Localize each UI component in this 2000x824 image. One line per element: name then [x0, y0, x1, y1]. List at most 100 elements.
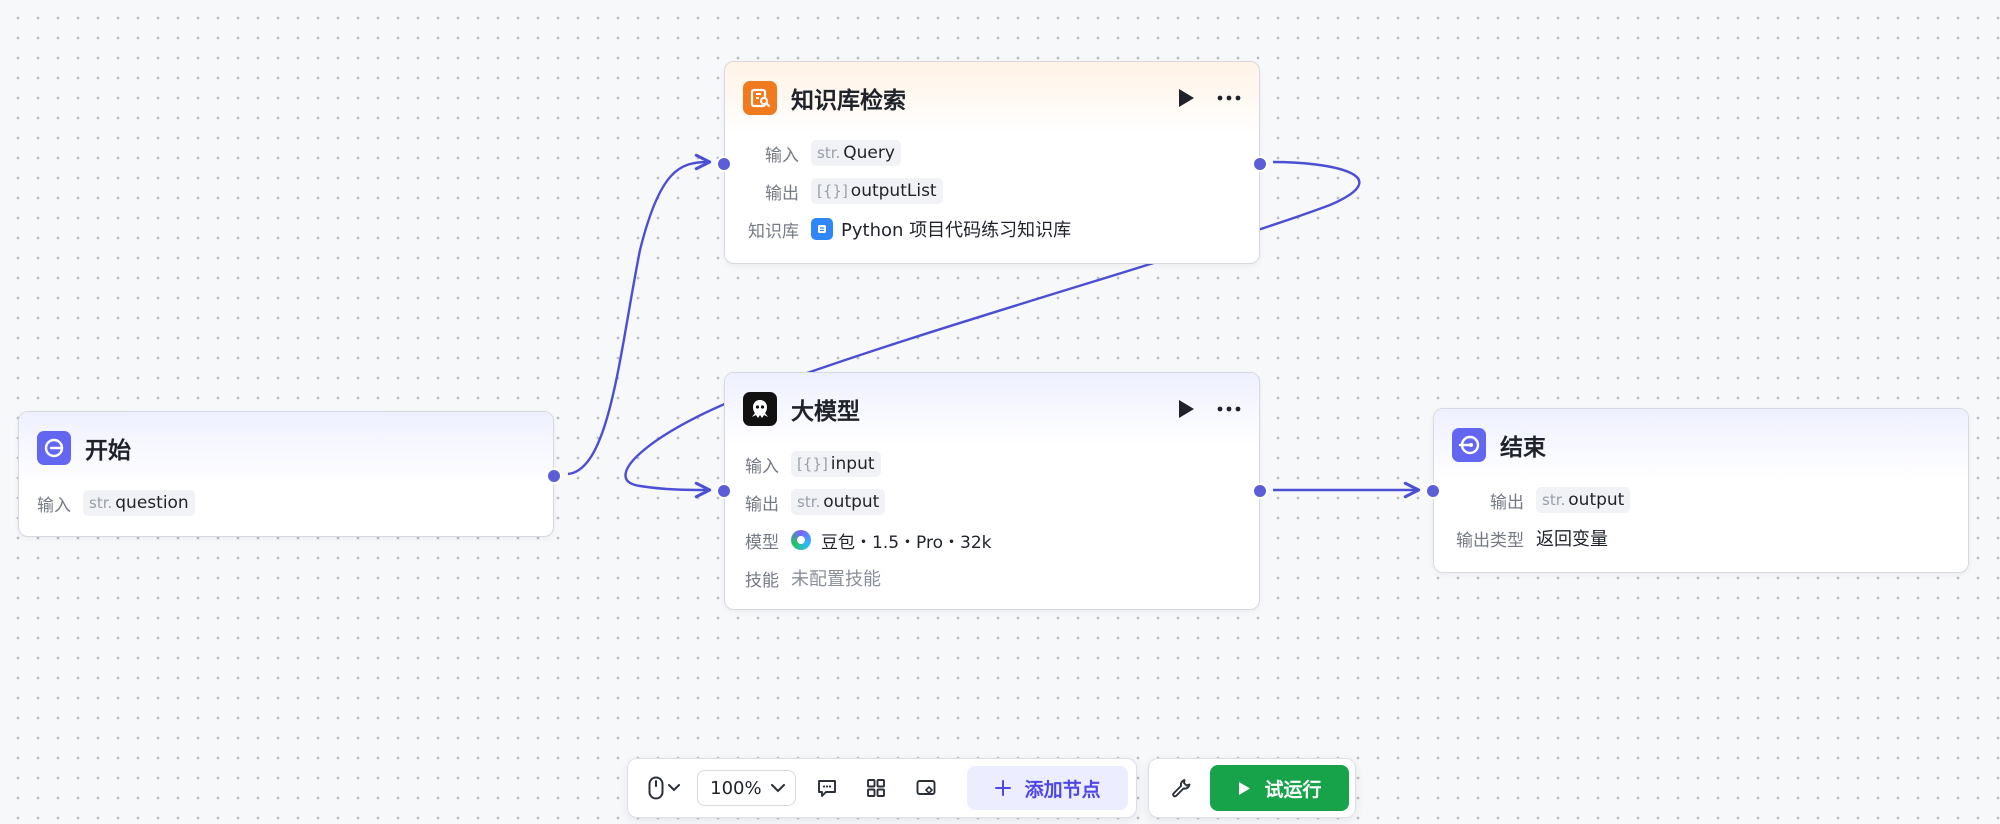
end-node-header: 结束	[1434, 409, 1968, 481]
start-node-title: 开始	[85, 438, 131, 464]
kb-output-port[interactable]	[1252, 156, 1268, 172]
kb-output-row: 输出 [{}] outputList	[725, 172, 1259, 210]
llm-output-port[interactable]	[1252, 483, 1268, 499]
test-run-label: 试运行	[1264, 778, 1322, 801]
kb-dataset-row: 知识库 Python 项目代码练习知识库	[725, 210, 1259, 248]
play-icon	[1179, 89, 1194, 107]
chevron-down-icon	[770, 783, 785, 792]
end-output-kind-value: 返回变量	[1536, 529, 1608, 550]
llm-run-button[interactable]	[1177, 399, 1195, 419]
kb-input-port[interactable]	[716, 156, 732, 172]
llm-input-row: 输入 [{}] input	[725, 445, 1259, 483]
layout-button[interactable]	[857, 768, 896, 808]
llm-output-name: output	[823, 492, 880, 512]
llm-skill-value: 未配置技能	[791, 569, 881, 590]
end-output-kind-label: 输出类型	[1456, 530, 1524, 551]
start-output-port[interactable]	[546, 468, 562, 484]
kb-input-label: 输入	[765, 145, 799, 166]
start-node[interactable]: 开始 输入 str. question	[18, 411, 562, 537]
type-badge: str.	[797, 493, 821, 511]
llm-model-row: 模型 豆包・1.5・Pro・32k	[725, 521, 1259, 559]
end-node[interactable]: 结束 输出 str. output 输出类型 返回变量	[1425, 408, 1969, 573]
end-output-row: 输出 str. output	[1434, 481, 1968, 519]
kb-output-tag: [{}] outputList	[811, 178, 943, 204]
workflow-canvas[interactable]: 开始 输入 str. question 知识库检索 输入 str. Query …	[0, 0, 2000, 824]
canvas-toolbar: 100% 添加节点	[627, 758, 1137, 818]
llm-input-tag: [{}] input	[791, 451, 881, 477]
llm-output-row: 输出 str. output	[725, 483, 1259, 521]
end-input-port[interactable]	[1425, 483, 1441, 499]
add-node-button[interactable]: 添加节点	[967, 766, 1128, 810]
kb-input-tag: str. Query	[811, 140, 901, 166]
run-toolbar: 试运行	[1148, 758, 1356, 818]
play-icon	[1238, 781, 1250, 795]
llm-input-name: input	[830, 454, 875, 474]
edge-start-to-kb[interactable]	[567, 153, 712, 476]
llm-model-label: 模型	[745, 532, 779, 553]
llm-output-tag: str. output	[791, 489, 886, 515]
llm-node-actions	[1177, 373, 1241, 445]
start-node-header: 开始	[19, 412, 553, 484]
more-icon	[1217, 95, 1241, 101]
end-node-title: 结束	[1500, 435, 1546, 461]
llm-node[interactable]: 大模型 输入 [{}] input 输出 str. output 模型 豆包・1…	[716, 372, 1268, 610]
zoom-select[interactable]: 100%	[697, 770, 796, 806]
type-badge: [{}]	[817, 182, 848, 200]
debug-settings-button[interactable]	[1159, 766, 1202, 810]
kb-dataset-label: 知识库	[748, 221, 799, 242]
kb-node-actions	[1177, 62, 1241, 134]
more-icon	[1217, 406, 1241, 412]
llm-model-name: 豆包・1.5・Pro・32k	[821, 532, 992, 553]
minimap-icon	[916, 780, 936, 795]
zoom-value: 100%	[710, 777, 762, 799]
kb-input-row: 输入 str. Query	[725, 134, 1259, 172]
test-run-button[interactable]: 试运行	[1210, 765, 1349, 811]
mouse-mode-button[interactable]	[642, 768, 685, 808]
doubao-logo-icon	[791, 530, 811, 550]
start-input-row: 输入 str. question	[19, 484, 553, 522]
start-input-tag: str. question	[83, 490, 195, 516]
start-circle-icon	[37, 431, 71, 465]
end-output-tag: str. output	[1536, 487, 1631, 513]
end-circle-icon	[1452, 428, 1486, 462]
kb-run-button[interactable]	[1177, 88, 1195, 108]
dataset-icon	[811, 218, 833, 240]
play-icon	[1179, 400, 1194, 418]
wrench-icon	[1171, 779, 1190, 798]
end-output-name: output	[1568, 490, 1625, 510]
kb-input-name: Query	[843, 143, 895, 163]
start-input-name: question	[115, 493, 189, 513]
minimap-button[interactable]	[906, 768, 945, 808]
llm-skill-label: 技能	[745, 570, 779, 591]
llm-node-title: 大模型	[791, 399, 860, 425]
kb-more-button[interactable]	[1217, 95, 1241, 101]
start-input-label: 输入	[37, 495, 71, 516]
kb-node-header: 知识库检索	[725, 62, 1259, 134]
llm-input-label: 输入	[745, 456, 779, 477]
type-badge: str.	[1542, 491, 1566, 509]
knowledge-search-icon	[743, 81, 777, 115]
end-output-kind-row: 输出类型 返回变量	[1434, 519, 1968, 557]
llm-skill-row: 技能 未配置技能	[725, 559, 1259, 597]
comment-button[interactable]	[808, 768, 847, 808]
type-badge: [{}]	[797, 455, 828, 473]
kb-search-node[interactable]: 知识库检索 输入 str. Query 输出 [{}] outputList 知…	[716, 61, 1268, 264]
type-badge: str.	[89, 494, 113, 512]
end-output-label: 输出	[1490, 492, 1524, 513]
kb-output-label: 输出	[765, 183, 799, 204]
kb-dataset-name: Python 项目代码练习知识库	[841, 220, 1072, 241]
plus-icon	[994, 780, 1011, 796]
type-badge: str.	[817, 144, 841, 162]
comment-icon	[818, 780, 837, 797]
llm-node-header: 大模型	[725, 373, 1259, 445]
llm-more-button[interactable]	[1217, 406, 1241, 412]
mouse-icon	[648, 776, 664, 800]
kb-node-title: 知识库检索	[791, 88, 906, 114]
add-node-label: 添加节点	[1024, 778, 1101, 801]
kb-output-name: outputList	[850, 181, 937, 201]
chevron-down-icon	[667, 784, 680, 792]
llm-input-port[interactable]	[716, 483, 732, 499]
grid-layout-icon	[867, 779, 886, 797]
llm-octopus-icon	[743, 392, 777, 426]
llm-output-label: 输出	[745, 494, 779, 515]
